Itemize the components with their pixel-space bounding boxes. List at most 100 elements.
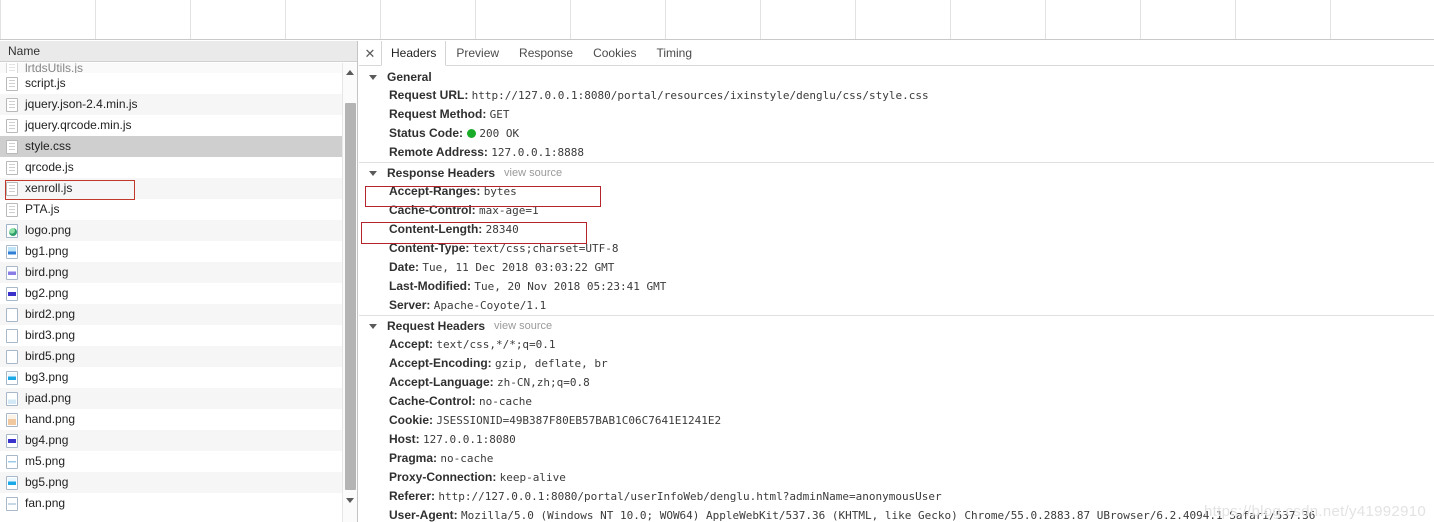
file-list-item[interactable]: bg2.png <box>0 283 357 304</box>
section-header-request-headers[interactable]: Request Headers view source <box>359 316 1434 335</box>
top-grid-cell <box>1140 0 1235 39</box>
file-name-label: m5.png <box>25 454 66 468</box>
file-list-item[interactable]: bg1.png <box>0 241 357 262</box>
tab-cookies[interactable]: Cookies <box>583 41 646 65</box>
top-grid-cell <box>380 0 475 39</box>
header-row: Date: Tue, 11 Dec 2018 03:03:22 GMT <box>359 258 1434 277</box>
caret-down-icon[interactable] <box>369 170 377 176</box>
header-row: Request Method: GET <box>359 105 1434 124</box>
header-value: GET <box>489 108 510 121</box>
header-value: no-cache <box>440 452 494 465</box>
view-source-link[interactable]: view source <box>494 320 552 332</box>
file-list-item[interactable]: jquery.qrcode.min.js <box>0 115 357 136</box>
view-source-link[interactable]: view source <box>504 167 562 179</box>
detail-tabbar: ✕ Headers Preview Response Cookies Timing <box>359 41 1434 66</box>
file-list-item[interactable]: bg4.png <box>0 430 357 451</box>
image-file-icon <box>6 370 18 385</box>
file-list-item-selected[interactable]: style.css <box>0 136 357 157</box>
header-key: Cookie: <box>389 413 437 427</box>
section-header-general[interactable]: General <box>359 67 1434 86</box>
header-value: 127.0.0.1:8080 <box>423 433 516 446</box>
header-value: http://127.0.0.1:8080/portal/userInfoWeb… <box>438 490 942 503</box>
file-list-item[interactable]: bird5.png <box>0 346 357 367</box>
header-value: JSESSIONID=49B387F80EB57BAB1C06C7641E124… <box>436 414 722 427</box>
top-grid-cell <box>855 0 950 39</box>
caret-down-icon[interactable] <box>369 74 377 80</box>
header-key: Server: <box>389 298 434 312</box>
file-list-item[interactable]: xenroll.js <box>0 178 357 199</box>
file-list-item[interactable]: m5.png <box>0 451 357 472</box>
tab-preview[interactable]: Preview <box>446 41 509 65</box>
header-row: Proxy-Connection: keep-alive <box>359 468 1434 487</box>
request-detail-panel: ✕ Headers Preview Response Cookies Timing Ge… <box>359 41 1434 522</box>
file-name-label: bg5.png <box>25 475 69 489</box>
file-list-item[interactable]: qrcode.js <box>0 157 357 178</box>
file-list-item[interactable]: bg5.png <box>0 472 357 493</box>
tab-response[interactable]: Response <box>509 41 583 65</box>
header-row: Last-Modified: Tue, 20 Nov 2018 05:23:41… <box>359 277 1434 296</box>
file-name-label: hand.png <box>25 412 76 426</box>
file-name-label: qrcode.js <box>25 160 74 174</box>
top-grid-cell <box>285 0 380 39</box>
file-list-item[interactable]: jquery.json-2.4.min.js <box>0 94 357 115</box>
top-grid-cell <box>1330 0 1425 39</box>
css-file-icon <box>6 139 18 154</box>
file-list-item[interactable]: ipad.png <box>0 388 357 409</box>
header-key: Status Code: <box>389 126 467 140</box>
header-value: gzip, deflate, br <box>495 357 608 370</box>
image-file-icon <box>6 475 18 490</box>
file-name-label: style.css <box>25 139 72 153</box>
header-value: text/css,*/*;q=0.1 <box>436 338 556 351</box>
image-file-icon <box>6 328 18 343</box>
file-name-label: bg4.png <box>25 433 69 447</box>
header-row: Remote Address: 127.0.0.1:8888 <box>359 143 1434 162</box>
header-key: Request URL: <box>389 88 472 102</box>
file-name-label: xenroll.js <box>25 181 73 195</box>
scrollbar-thumb[interactable] <box>345 103 356 490</box>
file-list-item[interactable]: fan.png <box>0 493 357 514</box>
status-indicator-dot <box>467 129 477 138</box>
file-list-item[interactable]: hand.png <box>0 409 357 430</box>
tab-headers[interactable]: Headers <box>381 41 447 66</box>
top-grid-cell <box>190 0 285 39</box>
section-header-response-headers[interactable]: Response Headers view source <box>359 163 1434 182</box>
file-list-item[interactable]: bg3.png <box>0 367 357 388</box>
header-key: Cache-Control: <box>389 394 479 408</box>
file-list-item[interactable]: lrtdsUtils.js <box>0 63 357 73</box>
top-grid-cell <box>570 0 665 39</box>
header-key: Accept-Ranges: <box>389 184 484 198</box>
file-list-item[interactable]: script.js <box>0 73 357 94</box>
image-file-icon <box>6 496 18 511</box>
header-row: Cache-Control: max-age=1 <box>359 201 1434 220</box>
file-list-item[interactable]: PTA.js <box>0 199 357 220</box>
scroll-up-arrow-icon[interactable] <box>343 65 357 80</box>
header-key: Remote Address: <box>389 145 492 159</box>
file-name-label: bg1.png <box>25 244 69 258</box>
header-row: Status Code: 200 OK <box>359 124 1434 143</box>
close-icon[interactable]: ✕ <box>359 41 381 65</box>
header-key: Last-Modified: <box>389 279 475 293</box>
tab-timing[interactable]: Timing <box>646 41 702 65</box>
file-name-label: bg2.png <box>25 286 69 300</box>
file-list-item[interactable]: logo.png <box>0 220 357 241</box>
header-row: Content-Type: text/css;charset=UTF-8 <box>359 239 1434 258</box>
file-list-item[interactable]: bird.png <box>0 262 357 283</box>
header-key: Referer: <box>389 489 439 503</box>
file-name-label: fan.png <box>25 496 66 510</box>
caret-down-icon[interactable] <box>369 323 377 329</box>
column-header-name[interactable]: Name <box>0 41 357 62</box>
header-key: Content-Type: <box>389 241 473 255</box>
file-list-item[interactable]: bird3.png <box>0 325 357 346</box>
file-list[interactable]: lrtdsUtils.js script.js jquery.json-2.4.mi… <box>0 63 357 522</box>
header-row: Content-Length: 28340 <box>359 220 1434 239</box>
file-list-scrollbar[interactable] <box>342 63 357 522</box>
scroll-down-arrow-icon[interactable] <box>343 493 357 508</box>
tab-label: Cookies <box>593 46 637 60</box>
headers-content: General Request URL: http://127.0.0.1:808… <box>359 67 1434 522</box>
section-title-label: General <box>387 70 432 84</box>
image-file-icon <box>6 391 18 406</box>
image-file-icon <box>6 244 18 259</box>
js-file-icon <box>6 181 18 196</box>
header-key: Content-Length: <box>389 222 486 236</box>
file-list-item[interactable]: bird2.png <box>0 304 357 325</box>
